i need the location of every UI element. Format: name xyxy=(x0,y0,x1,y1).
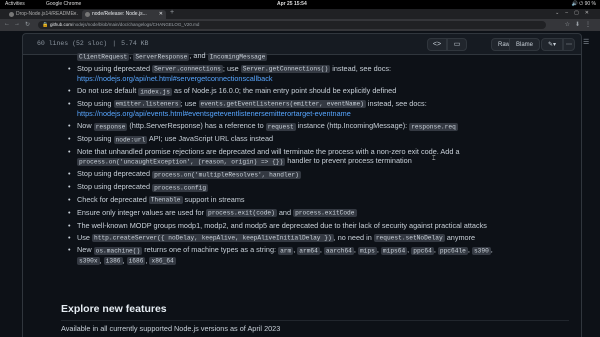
list-item: Note that unhandled promise rejections a… xyxy=(68,147,582,167)
browser-toolbar: ← → ↻ 🔒 github.com/nodejs/node/blob/main… xyxy=(0,19,600,31)
inline-code: mips64 xyxy=(380,246,408,255)
lock-icon[interactable]: 🔒 xyxy=(42,21,48,29)
inline-code: ppc64le xyxy=(437,246,468,255)
file-info: 60 lines (52 sloc) | 5.74 KB xyxy=(37,40,148,47)
close-icon[interactable]: ✕ xyxy=(159,10,163,19)
blame-button[interactable]: Blame xyxy=(509,38,541,51)
section-heading: Explore new features xyxy=(61,303,167,315)
inline-code: Server.getConnections() xyxy=(240,65,331,74)
inline-code: ServerResponse xyxy=(133,52,190,61)
inline-code: IncomingMessage xyxy=(207,52,268,61)
address-bar[interactable]: 🔒 github.com/nodejs/node/blob/main/doc/c… xyxy=(38,21,546,29)
inline-code: Thenable xyxy=(148,196,183,205)
list-item: Do not use default index.js as of Node.j… xyxy=(68,86,582,96)
inline-code: index.js xyxy=(138,87,172,96)
outline-icon[interactable]: ☰ xyxy=(583,38,589,46)
edit-icon[interactable]: ✎▾ xyxy=(541,38,563,51)
os-top-bar: Activities Google Chrome Apr 25 15:54 🔊 … xyxy=(0,0,600,9)
new-tab-icon[interactable]: + xyxy=(170,9,174,16)
inline-code: request.setNoDelay xyxy=(373,234,445,243)
github-icon xyxy=(85,12,90,17)
list-item: Use http.createServer({ noDelay, keepAli… xyxy=(68,233,582,243)
tab-release[interactable]: node/Release: Node.js... ✕ xyxy=(82,10,166,19)
code-view-button[interactable]: <> xyxy=(427,38,447,51)
window-controls[interactable]: ⌄–▢✕ xyxy=(555,10,595,16)
list-item: The well-known MODP groups modp1, modp2,… xyxy=(68,221,582,231)
list-item: Stop using deprecated process.config xyxy=(68,182,582,192)
url-path: /nodejs/node/blob/main/doc/changelogs/CH… xyxy=(72,22,200,27)
inline-code: response.req xyxy=(409,122,458,131)
deprecation-list: ClientRequest, ServerResponse, and Incom… xyxy=(68,51,582,269)
list-item: ClientRequest, ServerResponse, and Incom… xyxy=(77,51,268,61)
inline-code: ClientRequest xyxy=(77,52,130,61)
tab-label: Drop-Node.js14/README... xyxy=(16,11,78,17)
list-item: Stop using deprecated Server.connections… xyxy=(68,64,582,84)
list-item: Ensure only integer values are used for … xyxy=(68,208,582,218)
inline-code: process.exitCode xyxy=(293,209,357,218)
inline-code: s390x xyxy=(77,257,100,266)
doc-link[interactable]: https://nodejs.org/api/events.html#event… xyxy=(77,109,351,118)
close-icon[interactable]: ✕ xyxy=(73,10,77,19)
divider: | xyxy=(112,40,117,47)
tab-readme[interactable]: Drop-Node.js14/README... ✕ xyxy=(6,10,80,19)
inline-code: emitter.listeners xyxy=(113,100,181,109)
inline-code: arm xyxy=(278,246,294,255)
file-size: 5.74 KB xyxy=(121,40,149,47)
preview-button[interactable]: ▭ xyxy=(447,38,467,51)
list-item: New os.machine() returns one of machine … xyxy=(68,245,582,266)
list-item: Now response (http.ServerResponse) has a… xyxy=(68,121,582,131)
inline-code: i386 xyxy=(103,257,123,266)
section-paragraph: Available in all currently supported Nod… xyxy=(61,324,281,333)
list-item: Stop using node:url API; use JavaScript … xyxy=(68,134,582,144)
inline-code: process.exit(code) xyxy=(206,209,277,218)
reload-icon[interactable]: ↻ xyxy=(25,21,30,28)
inline-code: process.on('uncaughtException', (reason,… xyxy=(77,157,286,166)
inline-code: Server.connections xyxy=(152,65,223,74)
inline-code: process.config xyxy=(152,183,209,192)
heading-divider xyxy=(61,320,569,321)
inline-code: request xyxy=(265,122,296,131)
system-tray[interactable]: 🔊 ⏻ 90 % xyxy=(572,1,596,7)
inline-code: response xyxy=(93,122,128,131)
inline-code: ppc64 xyxy=(411,246,434,255)
url-host: github.com xyxy=(50,22,73,27)
inline-code: node:url xyxy=(113,135,148,144)
inline-code: s390 xyxy=(471,246,491,255)
forward-icon[interactable]: → xyxy=(14,21,20,27)
tab-strip: Drop-Node.js14/README... ✕ node/Release:… xyxy=(0,9,600,19)
doc-link[interactable]: https://nodejs.org/api/net.html#serverge… xyxy=(77,74,273,83)
back-icon[interactable]: ← xyxy=(4,21,10,27)
favicon-icon xyxy=(9,12,14,17)
inline-code: x86_64 xyxy=(149,257,176,266)
inline-code: arm64 xyxy=(297,246,320,255)
inline-code: http.createServer({ noDelay, keepAlive, … xyxy=(92,234,334,243)
activities-button[interactable]: Activities xyxy=(5,1,25,7)
markdown-body: ClientRequest, ServerResponse, and Incom… xyxy=(22,51,582,337)
tab-label: node/Release: Node.js... xyxy=(92,11,147,17)
inline-code: mips xyxy=(357,246,377,255)
toolbar-icons[interactable]: ☆⬇⋮ xyxy=(565,21,596,28)
list-item: Stop using deprecated process.on('multip… xyxy=(68,169,582,179)
inline-code: process.on('multipleResolves', handler) xyxy=(152,170,301,179)
inline-code: events.getEventListeners(emitter, eventN… xyxy=(198,100,366,109)
inline-code: aarch64 xyxy=(323,246,354,255)
mouse-cursor-icon: ⌶ xyxy=(432,156,436,162)
list-item: Check for deprecated Thenable support in… xyxy=(68,195,582,205)
inline-code: os.machine() xyxy=(93,246,143,255)
line-count: 60 lines (52 sloc) xyxy=(37,40,108,47)
inline-code: i686 xyxy=(126,257,146,266)
more-icon[interactable]: ⋯ xyxy=(563,38,575,51)
list-item: Stop using emitter.listeners; use events… xyxy=(68,99,582,119)
clock[interactable]: Apr 25 15:54 xyxy=(277,1,307,7)
app-menu[interactable]: Google Chrome xyxy=(46,1,81,7)
